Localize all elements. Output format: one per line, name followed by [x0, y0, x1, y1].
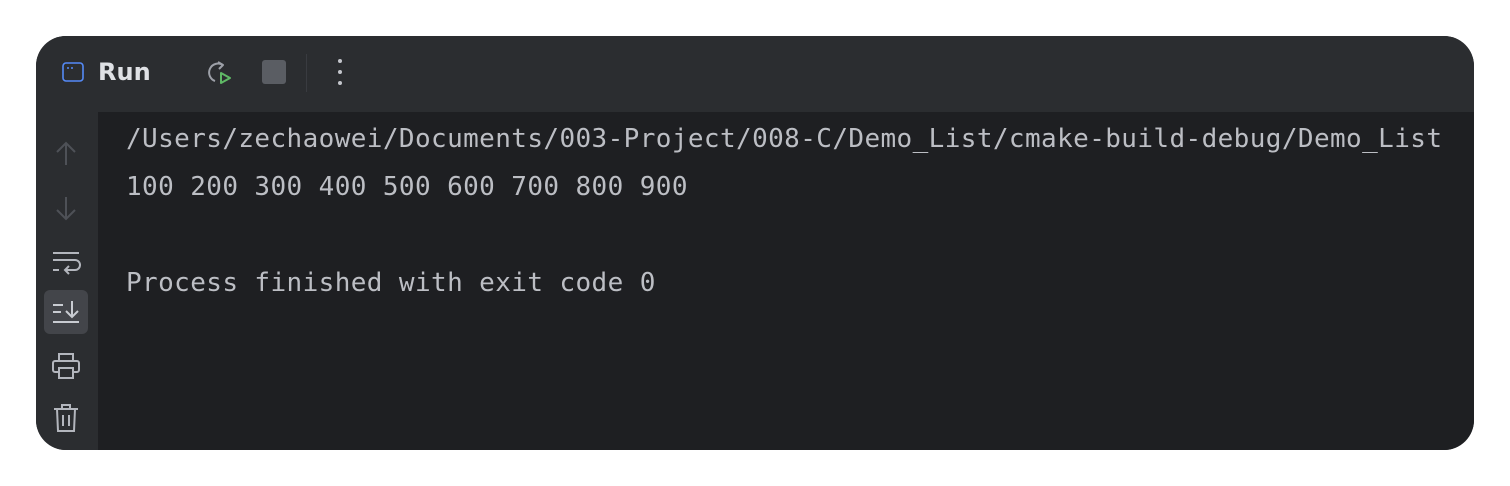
- toolbar-separator: [306, 54, 307, 92]
- run-tool-window: Run /Users/zechaowei/Documents/003-Proje…: [36, 36, 1474, 450]
- console-line-path: /Users/zechaowei/Documents/003-Project/0…: [126, 124, 1443, 154]
- more-options-button[interactable]: [322, 54, 358, 90]
- run-tab-title[interactable]: Run: [98, 56, 151, 88]
- more-vertical-icon: [338, 59, 342, 85]
- rerun-button[interactable]: [202, 54, 238, 90]
- soft-wrap-icon: [53, 252, 81, 275]
- print-icon: [52, 353, 80, 379]
- arrow-up-icon: [56, 141, 76, 165]
- print-button[interactable]: [44, 344, 88, 388]
- console-line-exit-status: Process finished with exit code 0: [126, 268, 656, 298]
- trash-icon: [54, 404, 78, 432]
- stop-icon: [262, 60, 286, 84]
- run-toolbar: Run: [36, 36, 1474, 112]
- scroll-up-button[interactable]: [44, 132, 88, 176]
- clear-all-button[interactable]: [44, 396, 88, 440]
- console-actions-sidebar: [36, 112, 98, 450]
- rerun-icon: [208, 61, 231, 84]
- console-window-icon[interactable]: [62, 62, 84, 82]
- scroll-down-button[interactable]: [44, 186, 88, 230]
- stop-button[interactable]: [256, 54, 292, 90]
- scroll-to-end-icon: [53, 301, 79, 323]
- console-output[interactable]: /Users/zechaowei/Documents/003-Project/0…: [98, 112, 1474, 450]
- console-line-output: 100 200 300 400 500 600 700 800 900: [126, 172, 688, 202]
- soft-wrap-button[interactable]: [44, 240, 88, 284]
- scroll-to-end-button[interactable]: [44, 290, 88, 334]
- arrow-down-icon: [56, 197, 76, 221]
